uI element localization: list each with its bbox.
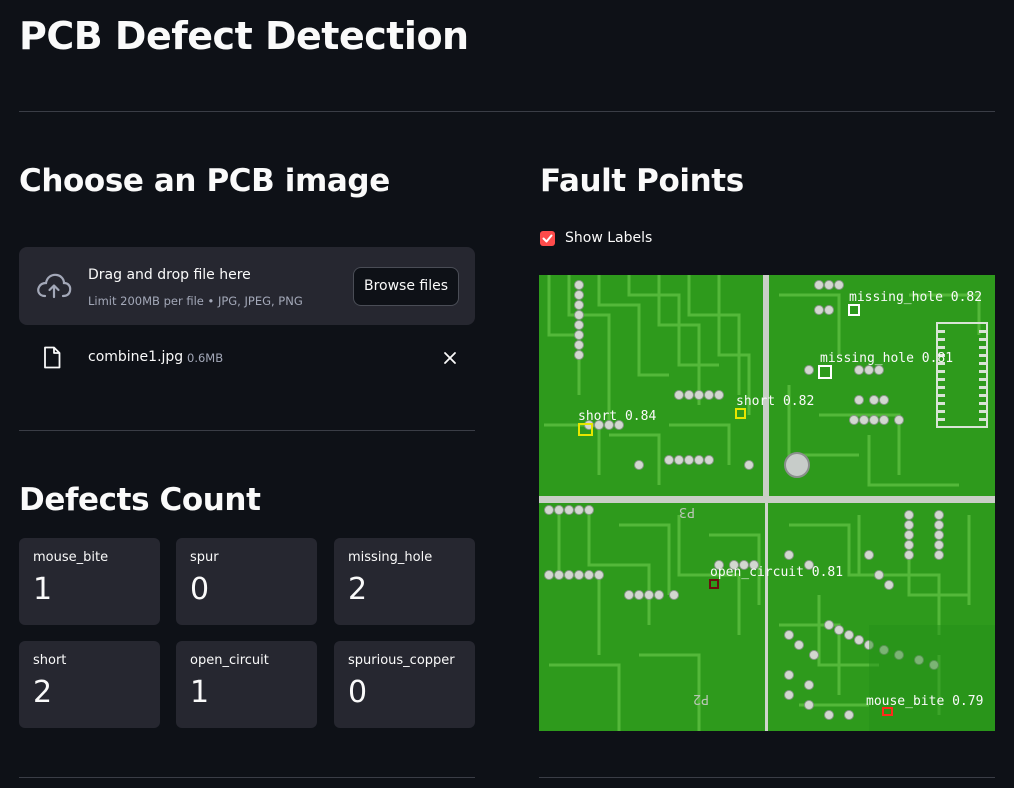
uploaded-file-row: combine1.jpg 0.6MB	[19, 340, 475, 376]
detection-label-mouse-bite: mouse_bite 0.79	[866, 694, 984, 709]
browse-files-button[interactable]: Browse files	[353, 267, 459, 306]
show-labels-label[interactable]: Show Labels	[565, 230, 652, 246]
metric-value: 2	[348, 572, 368, 607]
metric-value: 1	[33, 572, 53, 607]
dropzone-instructions: Drag and drop file here	[88, 267, 251, 283]
detection-label-open-circuit: open_circuit 0.81	[710, 565, 844, 580]
detection-box-short	[735, 408, 746, 419]
metric-label: short	[33, 653, 67, 668]
metric-value: 1	[190, 675, 210, 710]
show-labels-checkbox[interactable]	[540, 231, 555, 246]
detection-label-short: short 0.84	[578, 409, 657, 424]
file-dropzone[interactable]: Drag and drop file here Limit 200MB per …	[19, 247, 475, 325]
file-name: combine1.jpg	[88, 349, 184, 365]
fault-points-heading: Fault Points	[540, 163, 744, 199]
metric-value: 0	[348, 675, 368, 710]
defects-heading: Defects Count	[19, 482, 261, 518]
uploader-divider	[19, 430, 475, 431]
page-title: PCB Defect Detection	[19, 14, 469, 58]
defects-divider	[19, 777, 475, 778]
check-icon	[542, 234, 553, 243]
fault-points-divider	[539, 777, 995, 778]
metric-spurious-copper: spurious_copper 0	[334, 641, 475, 728]
metric-label: spur	[190, 550, 219, 565]
cloud-upload-icon	[37, 273, 72, 299]
metric-label: open_circuit	[190, 653, 269, 668]
metric-open-circuit: open_circuit 1	[176, 641, 317, 728]
close-icon	[444, 352, 456, 364]
detection-box-missing-hole	[818, 365, 832, 379]
metric-label: mouse_bite	[33, 550, 109, 565]
detection-label-missing-hole: missing_hole 0.81	[820, 351, 954, 366]
file-size: 0.6MB	[187, 351, 224, 365]
metric-label: missing_hole	[348, 550, 433, 565]
remove-file-button[interactable]	[441, 347, 459, 370]
uploader-heading: Choose an PCB image	[19, 163, 390, 199]
detection-box-short	[578, 423, 593, 436]
detection-box-open-circuit	[709, 579, 719, 589]
detection-label-missing-hole: missing_hole 0.82	[849, 290, 983, 305]
metric-mouse-bite: mouse_bite 1	[19, 538, 160, 625]
detection-box-missing-hole	[848, 304, 860, 316]
metric-spur: spur 0	[176, 538, 317, 625]
metric-value: 2	[33, 675, 53, 710]
svg-text:P3: P3	[679, 504, 695, 519]
metric-short: short 2	[19, 641, 160, 728]
dropzone-limit: Limit 200MB per file • JPG, JPEG, PNG	[88, 294, 303, 308]
title-divider	[19, 111, 995, 112]
svg-text:P2: P2	[693, 691, 709, 706]
metric-missing-hole: missing_hole 2	[334, 538, 475, 625]
metric-label: spurious_copper	[348, 653, 455, 668]
pcb-detection-image: P3 P2 missing_hole 0.82 missing_hole 0.8…	[539, 275, 995, 731]
file-icon	[44, 346, 61, 369]
detection-label-short: short 0.82	[736, 394, 815, 409]
metric-value: 0	[190, 572, 210, 607]
